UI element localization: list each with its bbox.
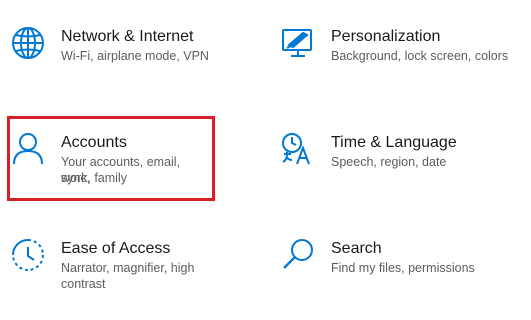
globe-icon: [11, 26, 45, 60]
search-title: Search: [331, 240, 382, 257]
search-icon: [281, 238, 315, 272]
ease-of-access-icon: [11, 238, 45, 272]
ease-of-access-title: Ease of Access: [61, 240, 171, 257]
ease-of-access-desc-line2: contrast: [61, 277, 106, 291]
accounts-title: Accounts: [61, 134, 127, 151]
personalization-desc: Background, lock screen, colors: [331, 49, 509, 63]
paintbrush-monitor-icon: [281, 26, 315, 60]
network-internet-desc: Wi-Fi, airplane mode, VPN: [61, 49, 209, 63]
search-tile[interactable]: Search Find my files, permissions: [281, 238, 521, 298]
time-language-title: Time & Language: [331, 134, 457, 151]
accounts-tile[interactable]: Accounts Your accounts, email, sync, wor…: [11, 132, 211, 192]
accounts-desc-line2: work, family: [61, 171, 127, 185]
ease-of-access-desc-line1: Narrator, magnifier, high: [61, 261, 195, 275]
personalization-tile[interactable]: Personalization Background, lock screen,…: [281, 26, 521, 86]
personalization-title: Personalization: [331, 28, 441, 45]
network-internet-tile[interactable]: Network & Internet Wi-Fi, airplane mode,…: [11, 26, 241, 86]
time-language-tile[interactable]: Time & Language Speech, region, date: [281, 132, 521, 192]
network-internet-title: Network & Internet: [61, 28, 194, 45]
time-language-desc: Speech, region, date: [331, 155, 447, 169]
time-language-icon: [281, 132, 315, 166]
settings-home-grid: Network & Internet Wi-Fi, airplane mode,…: [0, 0, 531, 320]
search-desc: Find my files, permissions: [331, 261, 475, 275]
ease-of-access-tile[interactable]: Ease of Access Narrator, magnifier, high…: [11, 238, 241, 298]
person-icon: [11, 132, 45, 166]
